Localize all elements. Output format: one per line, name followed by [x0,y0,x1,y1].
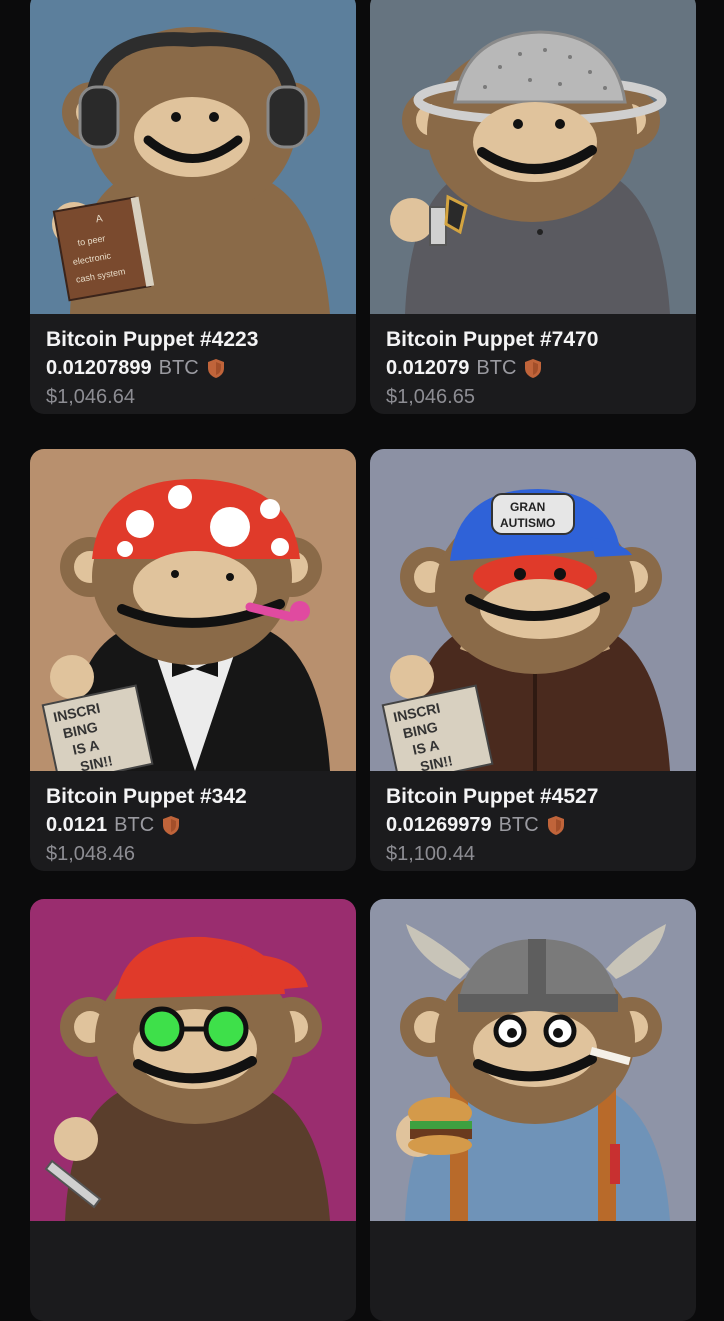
listing-price: 0.01269979 [386,814,492,836]
listing-currency: BTC [498,814,539,836]
nft-image[interactable] [370,899,696,1221]
listing-name[interactable]: Bitcoin Puppet #7470 [386,326,680,354]
listing-price: 0.012079 [386,357,470,379]
listing-name[interactable]: Bitcoin Puppet #4527 [386,783,680,811]
listing-card-342[interactable]: INSCRI BING IS A SIN!! Bitcoin Puppet #3… [30,449,356,871]
cap-text-1: GRAN [510,500,545,514]
cap-text-2: AUTISMO [500,516,555,530]
nft-image[interactable]: A to peer electronic cash system [30,0,356,314]
listing-price: 0.0121 [46,814,108,836]
listing-usd-price: $1,100.44 [386,843,475,865]
listing-name[interactable]: Bitcoin Puppet #342 [46,783,340,811]
listing-card-5[interactable] [30,899,356,1321]
puppet-artwork: A to peer electronic cash system [30,0,356,314]
nft-image[interactable]: INSCRI BING IS A SIN!! [30,449,356,771]
listing-currency: BTC [476,357,517,379]
shield-icon [547,816,564,835]
puppet-artwork [30,899,356,1221]
listing-grid: A to peer electronic cash system Bitcoin… [0,0,724,1321]
listing-price: 0.01207899 [46,357,152,379]
puppet-artwork: INSCRI BING IS A SIN!! [30,449,356,771]
puppet-artwork: GRAN AUTISMO INSCRI BING IS A SIN!! [370,449,696,771]
shield-icon [207,359,224,378]
listing-card-6[interactable] [370,899,696,1321]
listing-currency: BTC [158,357,199,379]
listing-currency: BTC [114,814,155,836]
listing-usd-price: $1,048.46 [46,843,135,865]
nft-image[interactable] [370,0,696,314]
listing-usd-price: $1,046.65 [386,386,475,408]
listing-card-7470[interactable]: Bitcoin Puppet #7470 0.012079 BTC $1,046… [370,0,696,414]
nft-image[interactable] [30,899,356,1221]
puppet-artwork [370,0,696,314]
puppet-artwork [370,899,696,1221]
listing-name[interactable]: Bitcoin Puppet #4223 [46,326,340,354]
shield-icon [163,816,180,835]
listing-card-4223[interactable]: A to peer electronic cash system Bitcoin… [30,0,356,414]
listing-usd-price: $1,046.64 [46,386,135,408]
nft-image[interactable]: GRAN AUTISMO INSCRI BING IS A SIN!! [370,449,696,771]
shield-icon [525,359,542,378]
listing-card-4527[interactable]: GRAN AUTISMO INSCRI BING IS A SIN!! Bitc… [370,449,696,871]
